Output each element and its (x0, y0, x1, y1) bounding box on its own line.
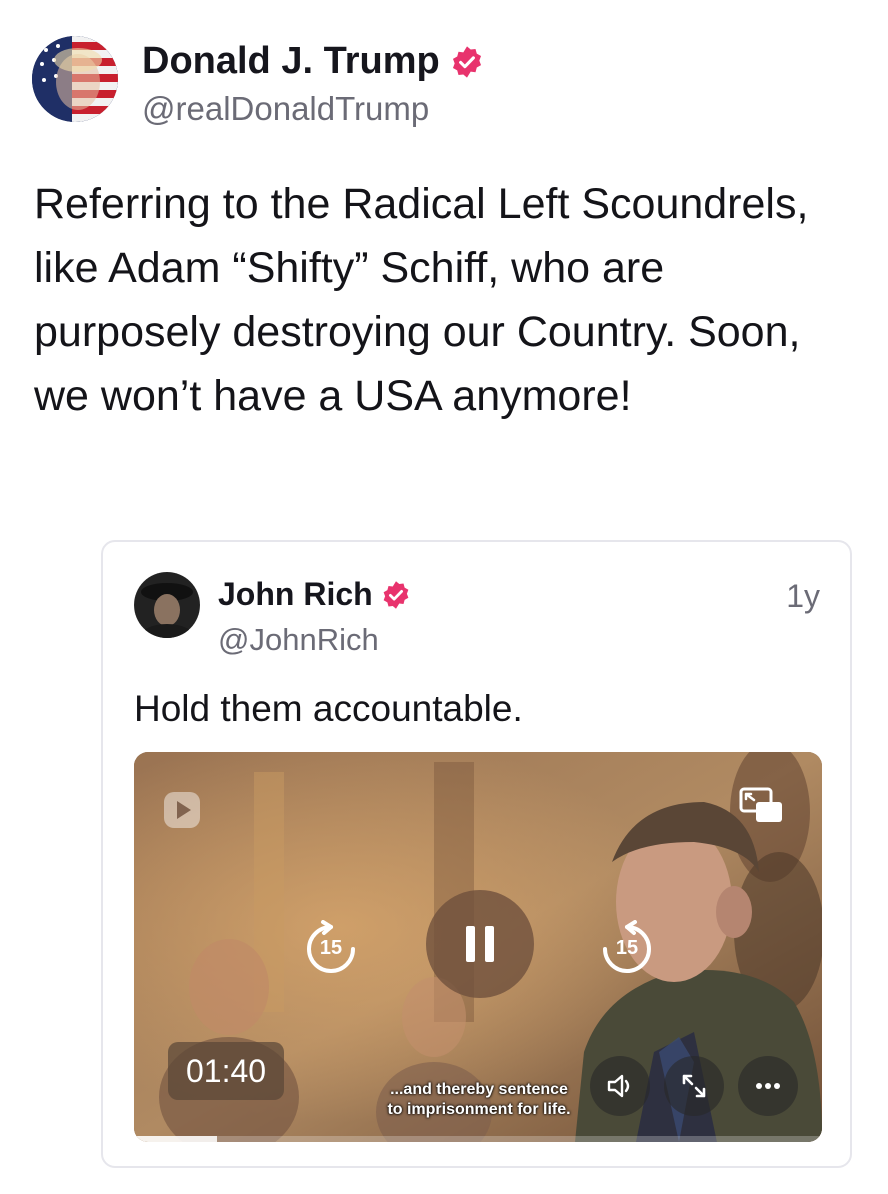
quoted-author-handle[interactable]: @JohnRich (218, 622, 379, 658)
video-progress-bar[interactable] (134, 1136, 822, 1142)
more-options-button[interactable] (738, 1056, 798, 1116)
post-text: Referring to the Radical Left Scoundrels… (34, 180, 809, 420)
quoted-post-text: Hold them accountable. (134, 688, 523, 729)
quoted-post-timestamp[interactable]: 1y (786, 578, 820, 615)
more-icon (756, 1083, 780, 1089)
forward-seconds-label: 15 (615, 937, 639, 959)
caption-line-1: ...and thereby sentence (390, 1081, 568, 1098)
logo-play-icon (162, 790, 202, 830)
volume-button[interactable] (590, 1056, 650, 1116)
verified-badge-icon (381, 580, 411, 610)
expand-button[interactable] (664, 1056, 724, 1116)
portrait-avatar-icon (134, 572, 200, 638)
expand-icon (682, 1074, 706, 1098)
author-name[interactable]: Donald J. Trump (142, 40, 440, 83)
caption-line-2: to imprisonment for life. (387, 1101, 571, 1118)
pause-icon (466, 926, 494, 962)
verified-badge-icon (450, 45, 484, 79)
video-current-time: 01:40 (168, 1042, 285, 1100)
quoted-post-card[interactable]: John Rich @JohnRich 1y Hold them account… (101, 540, 852, 1168)
quoted-author-name-row: John Rich (218, 576, 411, 613)
flag-portrait-avatar-icon (32, 36, 118, 122)
rewind-15-button[interactable]: 15 (302, 920, 360, 978)
video-captions: ...and thereby sentence to imprisonment … (364, 1080, 594, 1120)
quoted-author-name[interactable]: John Rich (218, 576, 373, 613)
post-header: Donald J. Trump @realDonaldTrump (32, 36, 852, 128)
rewind-seconds-label: 15 (319, 937, 343, 959)
video-player[interactable]: 15 15 01:40 ...and thereby sentence to i… (134, 752, 822, 1142)
author-name-row: Donald J. Trump (142, 40, 484, 83)
author-avatar[interactable] (32, 36, 118, 122)
author-handle[interactable]: @realDonaldTrump (142, 90, 429, 128)
quoted-author-avatar[interactable] (134, 572, 200, 638)
pause-button[interactable] (426, 890, 534, 998)
video-progress-fill (134, 1136, 217, 1142)
picture-in-picture-icon[interactable] (738, 786, 784, 826)
forward-15-button[interactable]: 15 (598, 920, 656, 978)
volume-icon (607, 1074, 630, 1098)
